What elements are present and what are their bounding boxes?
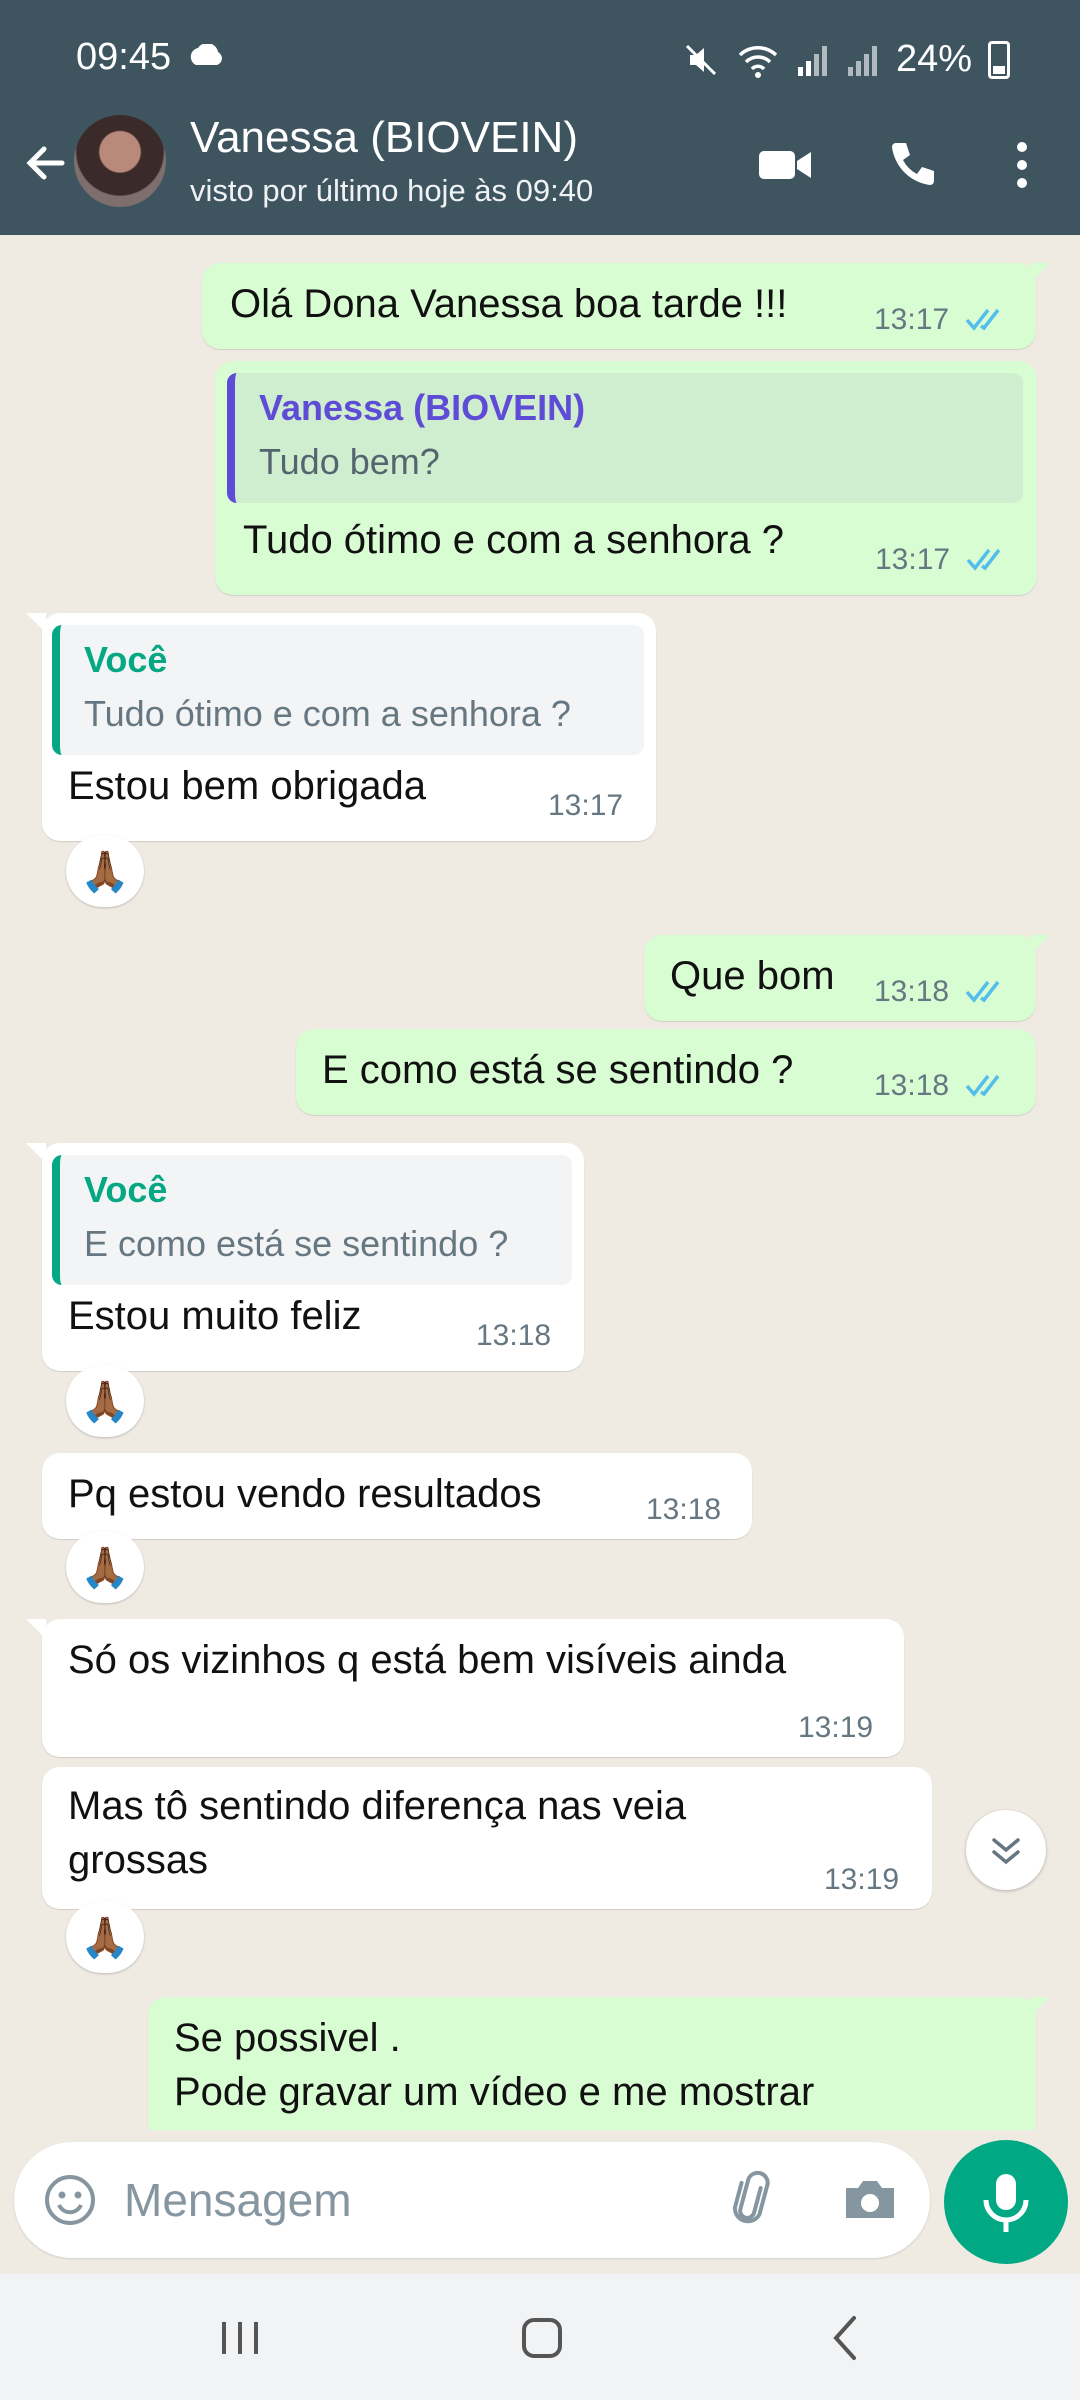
back-arrow-icon[interactable] xyxy=(18,135,74,191)
message-time: 13:18 xyxy=(646,1493,722,1526)
message-text-line: grossas xyxy=(68,1838,209,1882)
message-input[interactable] xyxy=(124,2168,684,2232)
message-time: 13:17 xyxy=(548,789,624,822)
more-options-icon[interactable] xyxy=(992,135,1052,195)
quoted-text: Tudo bem? xyxy=(259,441,440,482)
message-time: 13:17 xyxy=(874,303,950,336)
read-ticks-icon xyxy=(966,548,1001,571)
status-time: 09:45 xyxy=(76,36,172,78)
reaction-badge[interactable]: 🙏🏾 xyxy=(66,1531,144,1603)
bubble-tail xyxy=(1030,935,1050,955)
cloud-icon xyxy=(190,44,222,65)
message-outgoing[interactable]: Se possivel . Pode gravar um vídeo e me … xyxy=(148,1997,1036,2130)
message-text: Olá Dona Vanessa boa tarde !!! xyxy=(230,282,788,326)
message-time: 13:18 xyxy=(874,1069,950,1102)
quoted-message[interactable]: Você Tudo ótimo e com a senhora ? xyxy=(52,625,644,755)
message-text: Que bom xyxy=(670,954,835,998)
scroll-down-button[interactable] xyxy=(966,1810,1046,1890)
signal-2-icon xyxy=(846,43,880,77)
message-text: Estou muito feliz xyxy=(68,1294,362,1338)
message-outgoing[interactable]: Que bom 13:18 xyxy=(644,935,1036,1021)
quoted-message[interactable]: Você E como está se sentindo ? xyxy=(52,1155,572,1285)
quoted-text: Tudo ótimo e com a senhora ? xyxy=(84,693,571,734)
quoted-sender: Você xyxy=(84,1169,168,1210)
mute-icon xyxy=(682,41,720,79)
message-time: 13:18 xyxy=(874,975,950,1008)
bubble-tail xyxy=(26,613,46,633)
message-outgoing[interactable]: Olá Dona Vanessa boa tarde !!! 13:17 xyxy=(202,263,1036,349)
contact-name[interactable]: Vanessa (BIOVEIN) xyxy=(190,113,578,163)
message-incoming[interactable]: Só os vizinhos q está bem visíveis ainda… xyxy=(42,1619,904,1757)
message-time: 13:18 xyxy=(476,1319,552,1352)
chat-area[interactable]: Olá Dona Vanessa boa tarde !!! 13:17 Van… xyxy=(0,235,1080,2130)
bubble-tail xyxy=(1030,263,1050,283)
attach-icon[interactable] xyxy=(726,2170,786,2230)
mic-icon xyxy=(983,2174,1029,2232)
bubble-tail xyxy=(26,1619,46,1639)
bubble-tail xyxy=(26,1143,46,1163)
message-text: E como está se sentindo ? xyxy=(322,1048,794,1092)
recent-apps-icon[interactable] xyxy=(210,2308,270,2368)
chat-header[interactable]: Vanessa (BIOVEIN) visto por último hoje … xyxy=(0,105,1080,235)
reaction-badge[interactable]: 🙏🏾 xyxy=(66,835,144,907)
read-ticks-icon xyxy=(965,308,1000,331)
signal-icon xyxy=(796,43,830,77)
mic-button[interactable] xyxy=(944,2140,1068,2264)
message-incoming[interactable]: Pq estou vendo resultados 13:18 xyxy=(42,1453,752,1539)
message-composer[interactable] xyxy=(14,2142,930,2258)
status-icons: 24% xyxy=(682,38,1010,81)
camera-icon[interactable] xyxy=(840,2170,900,2230)
message-time: 13:19 xyxy=(824,1863,900,1896)
emoji-icon[interactable] xyxy=(42,2172,98,2228)
message-incoming[interactable]: Mas tô sentindo diferença nas veia gross… xyxy=(42,1767,932,1909)
video-call-icon[interactable] xyxy=(755,135,815,195)
battery-percent: 24% xyxy=(895,38,972,80)
phone-icon[interactable] xyxy=(882,135,942,195)
battery-icon xyxy=(988,40,1010,79)
wifi-icon xyxy=(736,41,780,79)
message-text: Só os vizinhos q está bem visíveis ainda xyxy=(68,1638,787,1682)
message-incoming[interactable]: Você E como está se sentindo ? Estou mui… xyxy=(42,1143,584,1371)
read-ticks-icon xyxy=(965,1074,1000,1097)
last-seen: visto por último hoje às 09:40 xyxy=(190,173,594,208)
reaction-badge[interactable]: 🙏🏾 xyxy=(66,1901,144,1973)
message-text-line: Se possivel . xyxy=(174,2016,401,2060)
quoted-message[interactable]: Vanessa (BIOVEIN) Tudo bem? xyxy=(227,373,1023,503)
message-time: 13:19 xyxy=(798,1711,874,1744)
status-bar: 09:45 24% xyxy=(0,0,1080,120)
reaction-badge[interactable]: 🙏🏾 xyxy=(66,1365,144,1437)
home-icon[interactable] xyxy=(512,2308,572,2368)
bubble-tail xyxy=(1030,1997,1050,2017)
message-incoming[interactable]: Você Tudo ótimo e com a senhora ? Estou … xyxy=(42,613,656,841)
quoted-sender: Vanessa (BIOVEIN) xyxy=(259,387,586,428)
message-time: 13:17 xyxy=(875,543,951,576)
message-text: Tudo ótimo e com a senhora ? xyxy=(243,518,785,562)
message-outgoing[interactable]: Vanessa (BIOVEIN) Tudo bem? Tudo ótimo e… xyxy=(215,361,1037,595)
top-bar: 09:45 24% Vanessa (BIOVEIN) visto por úl… xyxy=(0,0,1080,235)
system-nav-bar xyxy=(0,2274,1080,2400)
back-nav-icon[interactable] xyxy=(816,2308,876,2368)
quoted-sender: Você xyxy=(84,639,168,680)
read-ticks-icon xyxy=(965,980,1000,1003)
scroll-down-icon xyxy=(992,1838,1020,1865)
message-text-line: Mas tô sentindo diferença nas veia xyxy=(68,1784,687,1828)
message-outgoing[interactable]: E como está se sentindo ? 13:18 xyxy=(296,1029,1036,1115)
message-text-line: Pode gravar um vídeo e me mostrar xyxy=(174,2070,815,2114)
quoted-text: E como está se sentindo ? xyxy=(84,1223,509,1264)
message-text: Pq estou vendo resultados xyxy=(68,1472,542,1516)
avatar[interactable] xyxy=(74,115,166,207)
message-text: Estou bem obrigada xyxy=(68,764,427,808)
